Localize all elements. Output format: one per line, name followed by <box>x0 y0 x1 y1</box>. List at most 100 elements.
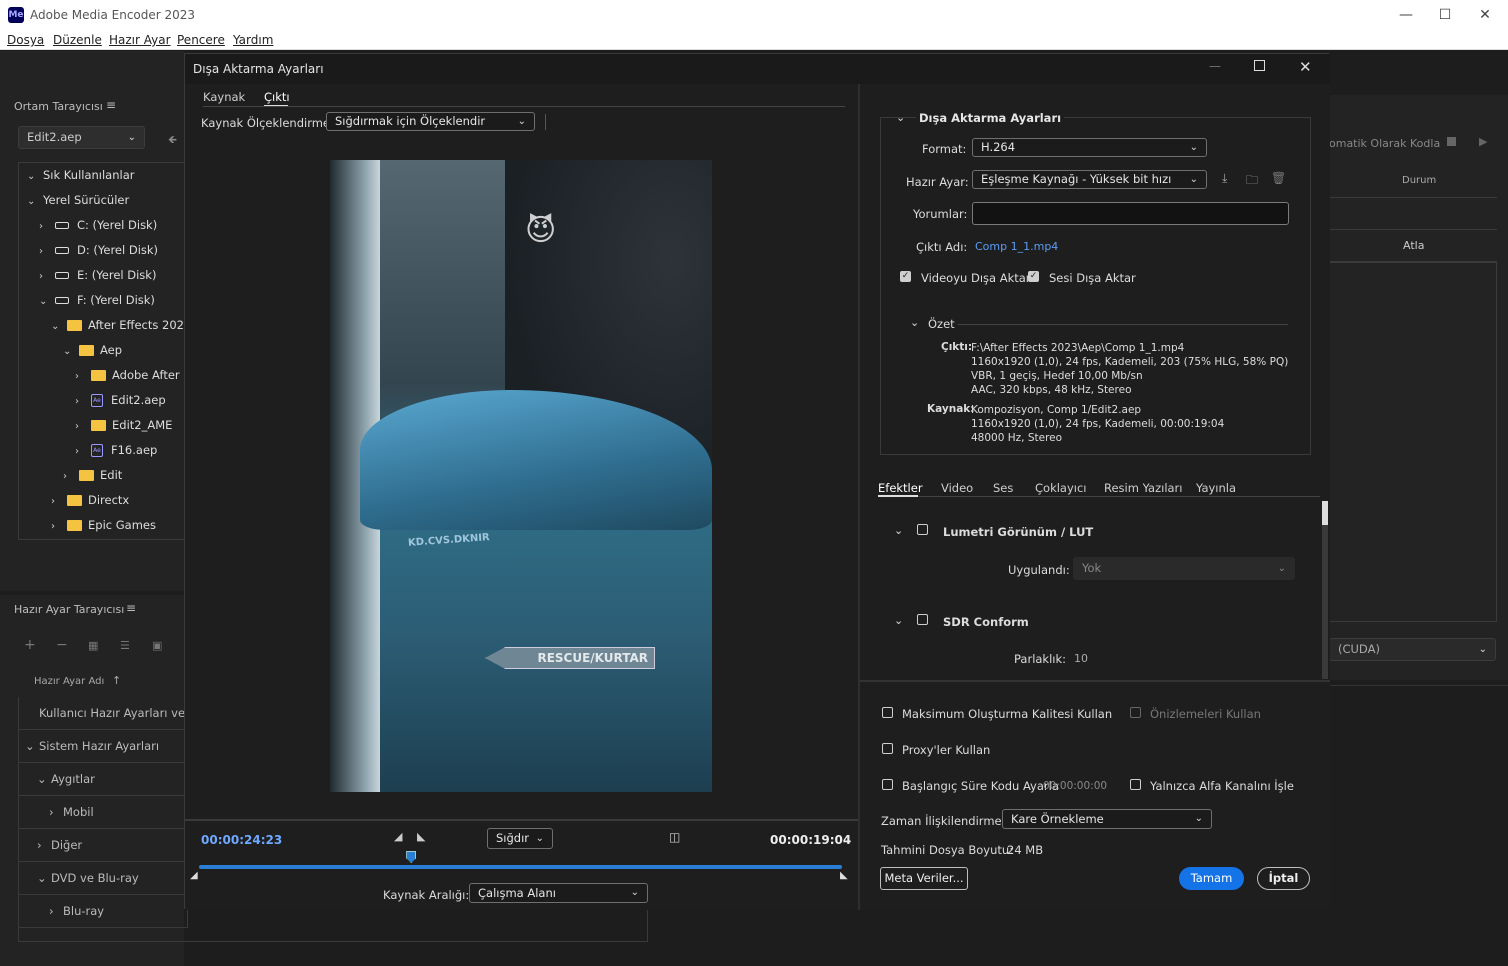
stop-icon[interactable] <box>1447 137 1456 146</box>
sort-ascending-icon[interactable]: ↑ <box>112 674 121 687</box>
use-proxies-checkbox[interactable] <box>882 743 893 754</box>
remove-preset-icon[interactable]: − <box>56 637 68 653</box>
start-timecode-value[interactable]: 00:00:00:00 <box>1043 780 1107 792</box>
tree-item[interactable]: › Edit <box>19 463 187 488</box>
chevron-right-icon[interactable]: › <box>51 514 61 539</box>
chevron-right-icon[interactable]: › <box>75 414 85 439</box>
tree-item[interactable]: › E: (Yerel Disk) <box>19 263 187 288</box>
collapse-chevron-icon[interactable]: ⌄ <box>896 111 905 124</box>
chevron-down-icon[interactable]: ⌄ <box>39 289 49 314</box>
chevron-right-icon[interactable]: › <box>49 796 63 829</box>
alpha-only-checkbox[interactable] <box>1130 779 1141 790</box>
chevron-right-icon[interactable]: › <box>51 489 61 514</box>
panel-menu-icon[interactable]: ≡ <box>106 98 116 112</box>
playhead-handle[interactable] <box>406 851 417 863</box>
metadata-button[interactable]: Meta Veriler... <box>880 867 968 890</box>
preset-tree-item[interactable]: Kullanıcı Hazır Ayarları ve G <box>18 697 188 730</box>
sdr-chevron-icon[interactable]: ⌄ <box>894 614 903 627</box>
queue-row[interactable] <box>1329 198 1497 230</box>
tab-cikti[interactable]: Çıktı <box>264 90 290 104</box>
tree-item[interactable]: ⌄ F: (Yerel Disk) <box>19 288 187 313</box>
time-interp-dropdown[interactable]: Kare Örnekleme ⌄ <box>1002 809 1212 829</box>
tree-item[interactable]: › Ae F16.aep <box>19 438 187 463</box>
chevron-right-icon[interactable]: › <box>39 214 49 239</box>
range-end-handle[interactable]: ◣ <box>840 870 848 881</box>
preset-settings-icon[interactable]: ☰ <box>120 639 130 652</box>
chevron-right-icon[interactable]: › <box>39 239 49 264</box>
tree-item[interactable]: › Epic Games <box>19 513 187 538</box>
menu-hazir-ayar[interactable]: Hazır Ayar <box>109 33 171 47</box>
chevron-down-icon[interactable]: ⌄ <box>37 763 51 796</box>
dialog-maximize-icon[interactable] <box>1254 60 1265 71</box>
tree-item[interactable]: › D: (Yerel Disk) <box>19 238 187 263</box>
tab-yayinla[interactable]: Yayınla <box>1196 481 1236 495</box>
tab-ses[interactable]: Ses <box>993 481 1013 495</box>
preset-tree-item[interactable]: › Diğer <box>18 829 188 862</box>
chevron-down-icon[interactable]: ⌄ <box>25 730 39 763</box>
media-browser-dropdown[interactable]: Edit2.aep ⌄ <box>18 126 145 149</box>
brightness-value[interactable]: 10 <box>1074 652 1088 665</box>
tab-video[interactable]: Video <box>941 481 973 495</box>
preset-name-column[interactable]: Hazır Ayar Adı <box>34 676 104 687</box>
source-scaling-dropdown[interactable]: Sığdırmak için Ölçeklendir ⌄ <box>326 112 535 131</box>
tab-resim-yazilari[interactable]: Resim Yazıları <box>1104 481 1182 495</box>
mark-in-icon[interactable]: ◢ <box>394 830 402 843</box>
lumetri-applied-dropdown[interactable]: Yok ⌄ <box>1073 557 1295 580</box>
tree-item[interactable]: ⌄ Yerel Sürücüler <box>19 188 187 213</box>
dialog-close-icon[interactable]: ✕ <box>1299 58 1312 76</box>
tree-item[interactable]: › C: (Yerel Disk) <box>19 213 187 238</box>
tree-item[interactable]: › Adobe After Ef <box>19 363 187 388</box>
delete-preset-icon[interactable]: 🗑 <box>1271 171 1286 185</box>
tab-efektler[interactable]: Efektler <box>878 481 923 495</box>
tree-item[interactable]: › Directx <box>19 488 187 513</box>
play-icon[interactable]: ▶ <box>1479 135 1487 148</box>
save-preset-icon[interactable]: ⤓ <box>1222 171 1227 186</box>
menu-duzenle[interactable]: Düzenle <box>53 33 102 47</box>
preset-tree-item[interactable]: ⌄ Sistem Hazır Ayarları <box>18 730 188 763</box>
menu-pencere[interactable]: Pencere <box>177 33 225 47</box>
chevron-right-icon[interactable]: › <box>75 364 85 389</box>
chevron-down-icon[interactable]: ⌄ <box>51 314 61 339</box>
panel-menu-icon[interactable]: ≡ <box>126 601 136 615</box>
output-name-link[interactable]: Comp 1_1.mp4 <box>975 240 1058 253</box>
timeline-bar[interactable] <box>199 865 842 869</box>
cancel-button[interactable]: İptal <box>1257 867 1310 890</box>
dialog-minimize-icon[interactable]: — <box>1209 59 1221 73</box>
preset-tree-item[interactable]: ⌄ Aygıtlar <box>18 763 188 796</box>
lumetri-checkbox[interactable] <box>917 524 928 535</box>
comments-field[interactable] <box>972 202 1289 225</box>
chevron-down-icon[interactable]: ⌄ <box>27 189 37 214</box>
chevron-right-icon[interactable]: › <box>75 439 85 464</box>
start-timecode-checkbox[interactable] <box>882 779 893 790</box>
auto-encode-label[interactable]: omatik Olarak Kodla <box>1329 137 1440 150</box>
tree-item[interactable]: ⌄ Sık Kullanılanlar <box>19 163 187 188</box>
menu-dosya[interactable]: Dosya <box>7 33 44 47</box>
export-video-checkbox[interactable]: ✓ <box>900 271 911 282</box>
crop-icon[interactable]: ◫ <box>669 830 680 844</box>
preset-export-icon[interactable]: ▣ <box>152 639 162 652</box>
mark-out-icon[interactable]: ◣ <box>417 830 425 843</box>
chevron-down-icon[interactable]: ⌄ <box>63 339 73 364</box>
tree-item[interactable]: ⌄ After Effects 2023 <box>19 313 187 338</box>
preset-tree-item[interactable]: ⌄ DVD ve Blu-ray <box>18 862 188 895</box>
chevron-down-icon[interactable]: ⌄ <box>27 164 37 189</box>
tree-item[interactable]: ⌄ Aep <box>19 338 187 363</box>
preset-dropdown[interactable]: Eşleşme Kaynağı - Yüksek bit hızı ⌄ <box>972 170 1207 189</box>
import-preset-icon[interactable]: 🗀 <box>1246 171 1258 192</box>
preset-tree-item[interactable]: › Mobil <box>18 796 188 829</box>
tree-item[interactable]: › Ae Edit2.aep <box>19 388 187 413</box>
queue-row[interactable]: Atla <box>1329 230 1497 262</box>
chevron-right-icon[interactable]: › <box>75 389 85 414</box>
menu-yardim[interactable]: Yardım <box>233 33 273 47</box>
format-dropdown[interactable]: H.264 ⌄ <box>972 138 1207 157</box>
max-quality-checkbox[interactable] <box>882 707 893 718</box>
effects-scrollbar[interactable] <box>1322 501 1328 679</box>
tree-item[interactable]: › Edit2_AME <box>19 413 187 438</box>
tab-coklayici[interactable]: Çoklayıcı <box>1035 481 1087 495</box>
source-range-dropdown[interactable]: Çalışma Alanı ⌄ <box>469 883 648 903</box>
scrollbar-thumb[interactable] <box>1322 501 1328 525</box>
fit-dropdown[interactable]: Sığdır ⌄ <box>487 828 553 849</box>
current-timecode[interactable]: 00:00:24:23 <box>201 833 282 847</box>
use-previews-checkbox[interactable] <box>1130 707 1141 718</box>
lumetri-chevron-icon[interactable]: ⌄ <box>894 524 903 537</box>
